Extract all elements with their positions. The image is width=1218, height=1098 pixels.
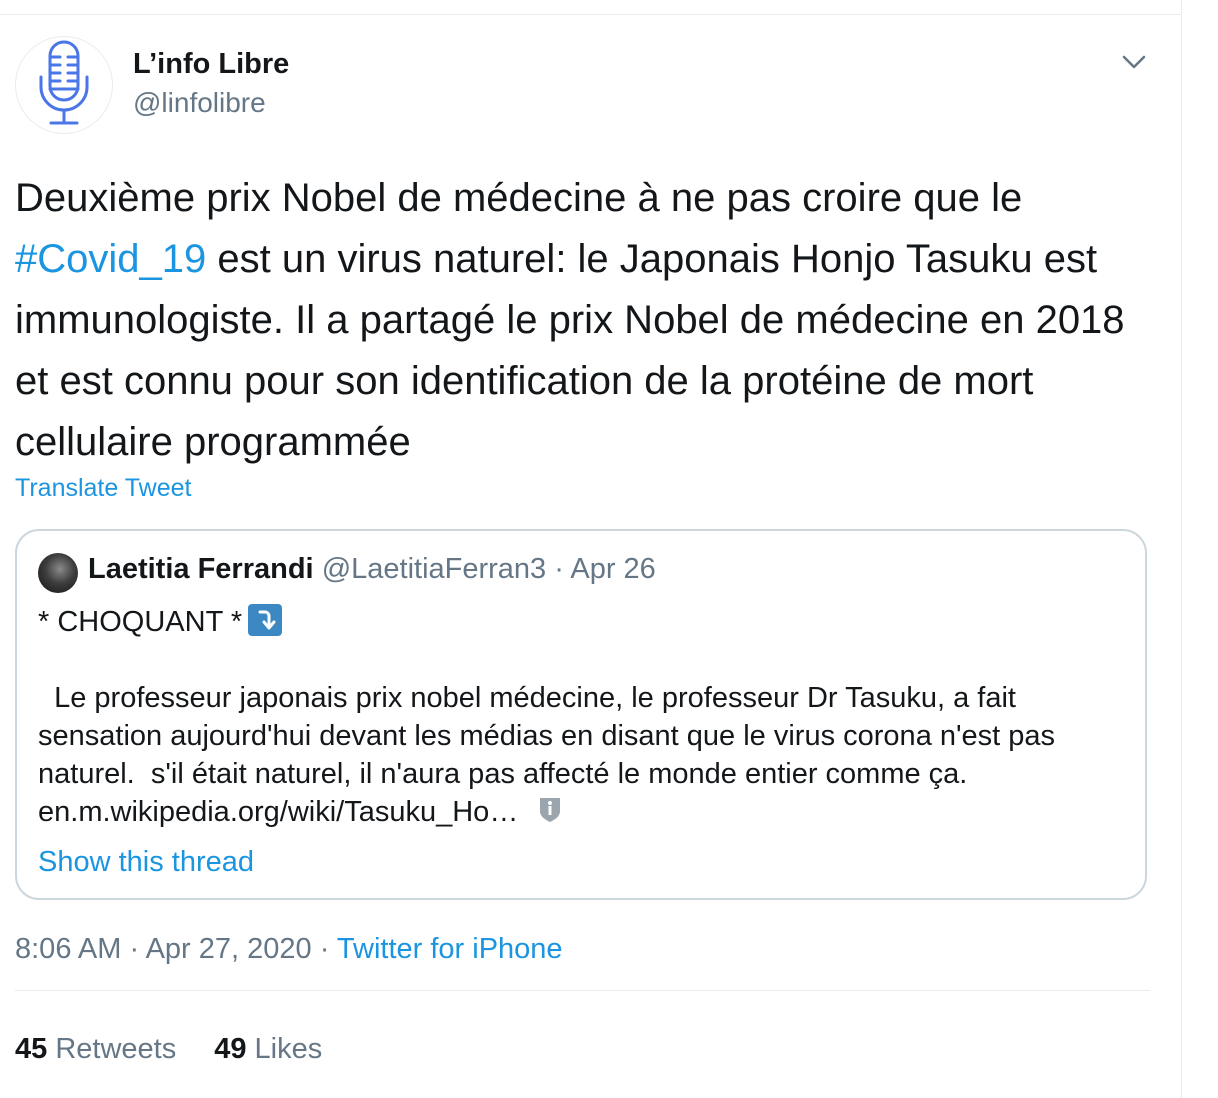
chevron-down-icon[interactable]	[1118, 48, 1150, 76]
likes-label: Likes	[254, 1033, 323, 1065]
quoted-tweet-text: * CHOQUANT * Le professeur japonais prix…	[38, 603, 1128, 833]
quoted-line: * CHOQUANT *	[38, 603, 1128, 641]
show-thread-link[interactable]: Show this thread	[38, 846, 254, 879]
author-display-name[interactable]: L’info Libre	[133, 48, 289, 81]
tweet-text: Deuxième prix Nobel de médecine à ne pas…	[15, 168, 1155, 473]
right-divider	[1181, 0, 1182, 1098]
microphone-icon	[35, 37, 93, 134]
arrow-down-emoji-icon	[248, 604, 283, 636]
tweet-stats: 45 Retweets 49 Likes	[15, 1033, 360, 1066]
quoted-line: naturel. s'il était naturel, il n'aura p…	[38, 758, 968, 790]
author-avatar[interactable]	[15, 36, 113, 134]
quoted-author-handle[interactable]: @LaetitiaFerran3	[322, 553, 547, 585]
dot-separator: ·	[121, 933, 146, 965]
quoted-line: Le professeur japonais prix nobel médeci…	[38, 682, 1016, 714]
quoted-tweet-date[interactable]: Apr 26	[570, 553, 655, 585]
quoted-tweet-header: Laetitia Ferrandi @LaetitiaFerran3 · Apr…	[88, 553, 656, 586]
quoted-author-avatar[interactable]	[38, 553, 78, 593]
quoted-line: sensation aujourd'hui devant les médias …	[38, 720, 1056, 752]
quoted-author-name[interactable]: Laetitia Ferrandi	[88, 553, 314, 585]
dot-separator: ·	[311, 933, 337, 965]
translate-tweet-link[interactable]: Translate Tweet	[15, 474, 191, 503]
tweet-time[interactable]: 8:06 AM	[15, 933, 121, 965]
top-divider	[0, 14, 1182, 15]
tweet-text-part: Deuxième prix Nobel de médecine à ne pas…	[15, 176, 1023, 220]
likes-stat[interactable]: 49 Likes	[214, 1033, 322, 1065]
stats-divider	[15, 990, 1150, 991]
quoted-tweet-card[interactable]: Laetitia Ferrandi @LaetitiaFerran3 · Apr…	[15, 529, 1147, 900]
dot-separator: ·	[546, 553, 571, 585]
tweet-date[interactable]: Apr 27, 2020	[146, 933, 312, 965]
hashtag-link[interactable]: #Covid_19	[15, 237, 206, 281]
quoted-line-text: * CHOQUANT *	[38, 606, 243, 638]
tweet-source-link[interactable]: Twitter for iPhone	[337, 933, 563, 965]
info-shield-icon	[538, 795, 562, 833]
retweets-count: 45	[15, 1033, 48, 1065]
retweets-stat[interactable]: 45 Retweets	[15, 1033, 176, 1065]
retweets-label: Retweets	[55, 1033, 177, 1065]
likes-count: 49	[214, 1033, 247, 1065]
quoted-link[interactable]: en.m.wikipedia.org/wiki/Tasuku_Ho…	[38, 796, 518, 828]
author-handle[interactable]: @linfolibre	[133, 87, 266, 119]
quoted-line: en.m.wikipedia.org/wiki/Tasuku_Ho…	[38, 793, 1128, 833]
quoted-blank-line	[38, 641, 1128, 679]
tweet-metadata: 8:06 AM · Apr 27, 2020 · Twitter for iPh…	[15, 933, 563, 966]
